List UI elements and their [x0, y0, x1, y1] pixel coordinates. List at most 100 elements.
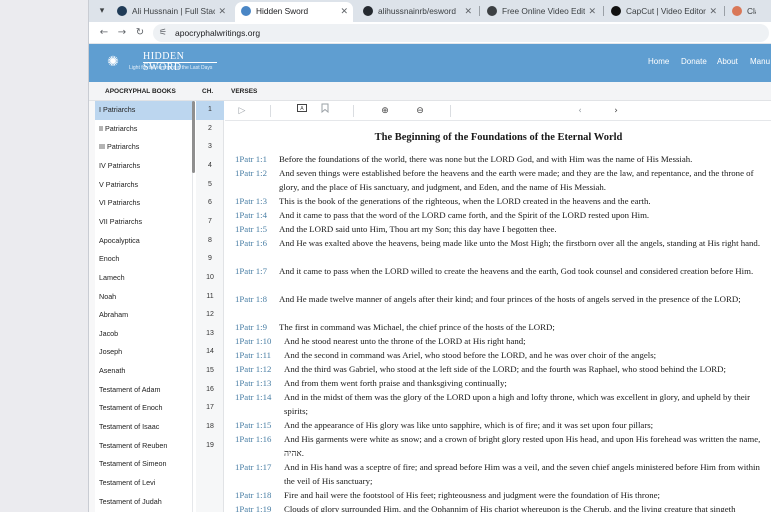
- chapter-item[interactable]: 1: [196, 101, 224, 120]
- book-item[interactable]: Noah: [95, 288, 193, 307]
- verse-reference[interactable]: 1Patr 1:11: [235, 348, 271, 362]
- chapter-item[interactable]: 10: [196, 269, 224, 288]
- book-item[interactable]: Apocalyptica: [95, 232, 193, 251]
- book-item[interactable]: Asenath: [95, 362, 193, 381]
- forward-icon[interactable]: →: [115, 25, 129, 41]
- browser-tab[interactable]: Hidden Sword ✕: [235, 2, 353, 22]
- verse-text: And His garments were white as snow; and…: [284, 434, 761, 458]
- verse-reference[interactable]: 1Patr 1:15: [235, 418, 271, 432]
- chapter-item[interactable]: 11: [196, 288, 224, 307]
- reload-icon[interactable]: ↻: [133, 25, 147, 41]
- chapter-item[interactable]: 9: [196, 250, 224, 269]
- chapter-item[interactable]: 18: [196, 418, 224, 437]
- chapter-item[interactable]: 16: [196, 381, 224, 400]
- book-item[interactable]: Testament of Simeon: [95, 455, 193, 474]
- chapter-item[interactable]: 5: [196, 176, 224, 195]
- bookmark-icon[interactable]: [318, 103, 332, 119]
- books-scrollbar[interactable]: [192, 101, 195, 173]
- chapter-item[interactable]: 3: [196, 138, 224, 157]
- book-item[interactable]: Testament of Reuben: [95, 437, 193, 456]
- tab-title: alihussnainrb/esword: [378, 6, 456, 16]
- book-item[interactable]: IV Patriarchs: [95, 157, 193, 176]
- verse-reference[interactable]: 1Patr 1:5: [235, 222, 267, 236]
- previous-chapter-icon[interactable]: ‹: [573, 103, 587, 119]
- verse-row: 1Patr 1:17 And in His hand was a sceptre …: [235, 460, 765, 488]
- book-item[interactable]: Lamech: [95, 269, 193, 288]
- verse-reference[interactable]: 1Patr 1:1: [235, 152, 267, 166]
- book-item[interactable]: VII Patriarchs: [95, 213, 193, 232]
- verse-reference[interactable]: 1Patr 1:19: [235, 502, 271, 512]
- next-chapter-icon[interactable]: ›: [609, 103, 623, 119]
- verse-reference[interactable]: 1Patr 1:9: [235, 320, 267, 334]
- browser-tab[interactable]: Claude: [726, 2, 771, 22]
- book-item[interactable]: I Patriarchs: [95, 101, 193, 120]
- book-item[interactable]: Enoch: [95, 250, 193, 269]
- chapter-item[interactable]: 13: [196, 325, 224, 344]
- tab-close-icon[interactable]: ✕: [709, 2, 717, 20]
- browser-tab[interactable]: alihussnainrb/esword ✕: [357, 2, 477, 22]
- verse-reference[interactable]: 1Patr 1:14: [235, 390, 271, 404]
- book-item[interactable]: VI Patriarchs: [95, 194, 193, 213]
- tab-close-icon[interactable]: ✕: [340, 2, 348, 20]
- tab-close-icon[interactable]: ✕: [218, 2, 226, 20]
- chapter-item[interactable]: 14: [196, 343, 224, 362]
- book-item[interactable]: II Patriarchs: [95, 120, 193, 139]
- site-info-icon[interactable]: ⚟: [159, 25, 167, 41]
- book-item[interactable]: Testament of Levi: [95, 474, 193, 493]
- verse-reference[interactable]: 1Patr 1:10: [235, 334, 271, 348]
- zoom-in-icon[interactable]: ⊕: [378, 103, 392, 119]
- book-item[interactable]: Testament of Adam: [95, 381, 193, 400]
- verse-row: 1Patr 1:12 And the third was Gabriel, who…: [235, 362, 765, 376]
- tab-favicon-icon: [611, 6, 621, 16]
- verse-reference[interactable]: 1Patr 1:16: [235, 432, 271, 446]
- chapter-item[interactable]: 17: [196, 399, 224, 418]
- verse-reference[interactable]: 1Patr 1:18: [235, 488, 271, 502]
- chapter-item[interactable]: 2: [196, 120, 224, 139]
- book-item[interactable]: Jacob: [95, 325, 193, 344]
- chapter-item[interactable]: 15: [196, 362, 224, 381]
- verse-reference[interactable]: 1Patr 1:4: [235, 208, 267, 222]
- book-item[interactable]: Abraham: [95, 306, 193, 325]
- nav-donate[interactable]: Donate: [681, 57, 707, 66]
- verse-toolbar: ▷ A ⊕ ⊖ ‹ ›: [225, 101, 771, 121]
- verse-reference[interactable]: 1Patr 1:7: [235, 264, 267, 278]
- tab-close-icon[interactable]: ✕: [588, 2, 596, 20]
- address-bar[interactable]: ⚟ apocryphalwritings.org: [153, 24, 769, 42]
- chapter-item[interactable]: 4: [196, 157, 224, 176]
- book-item[interactable]: V Patriarchs: [95, 176, 193, 195]
- verse-reference[interactable]: 1Patr 1:2: [235, 166, 267, 180]
- browser-tab[interactable]: Free Online Video Editor ✕: [481, 2, 601, 22]
- play-icon[interactable]: ▷: [235, 103, 249, 119]
- book-item[interactable]: Joseph: [95, 343, 193, 362]
- back-icon[interactable]: ←: [97, 25, 111, 41]
- nav-manuscripts[interactable]: Manu: [750, 57, 770, 66]
- chapter-item[interactable]: 7: [196, 213, 224, 232]
- verse-reference[interactable]: 1Patr 1:17: [235, 460, 271, 474]
- verse-reference[interactable]: 1Patr 1:8: [235, 292, 267, 306]
- url-text[interactable]: apocryphalwritings.org: [175, 24, 260, 42]
- verse-reference[interactable]: 1Patr 1:13: [235, 376, 271, 390]
- nav-home[interactable]: Home: [648, 57, 669, 66]
- chapter-item[interactable]: 6: [196, 194, 224, 213]
- text-size-icon[interactable]: A: [295, 103, 309, 119]
- verse-reference[interactable]: 1Patr 1:12: [235, 362, 271, 376]
- tab-search-icon[interactable]: ▾: [95, 3, 109, 19]
- browser-tab[interactable]: Ali Hussnain | Full Stack ✕: [111, 2, 231, 22]
- chapter-item[interactable]: 19: [196, 437, 224, 456]
- browser-tab[interactable]: CapCut | Video Editor | A✕: [605, 2, 722, 22]
- site-logo[interactable]: ✺ HIDDEN SWORD Light for the remnant in …: [99, 49, 219, 77]
- verse-reference[interactable]: 1Patr 1:6: [235, 236, 267, 250]
- book-item[interactable]: Testament of Judah: [95, 493, 193, 512]
- nav-about[interactable]: About: [717, 57, 738, 66]
- verse-text: And it came to pass that the word of the…: [279, 210, 650, 220]
- book-item[interactable]: Testament of Isaac: [95, 418, 193, 437]
- zoom-out-icon[interactable]: [513, 103, 527, 119]
- chapter-item[interactable]: 12: [196, 306, 224, 325]
- zoom-out-icon-2[interactable]: ⊖: [413, 103, 427, 119]
- verse-text: This is the book of the generations of t…: [279, 196, 651, 206]
- chapter-item[interactable]: 8: [196, 232, 224, 251]
- book-item[interactable]: Testament of Enoch: [95, 399, 193, 418]
- tab-close-icon[interactable]: ✕: [464, 2, 472, 20]
- book-item[interactable]: III Patriarchs: [95, 138, 193, 157]
- verse-reference[interactable]: 1Patr 1:3: [235, 194, 267, 208]
